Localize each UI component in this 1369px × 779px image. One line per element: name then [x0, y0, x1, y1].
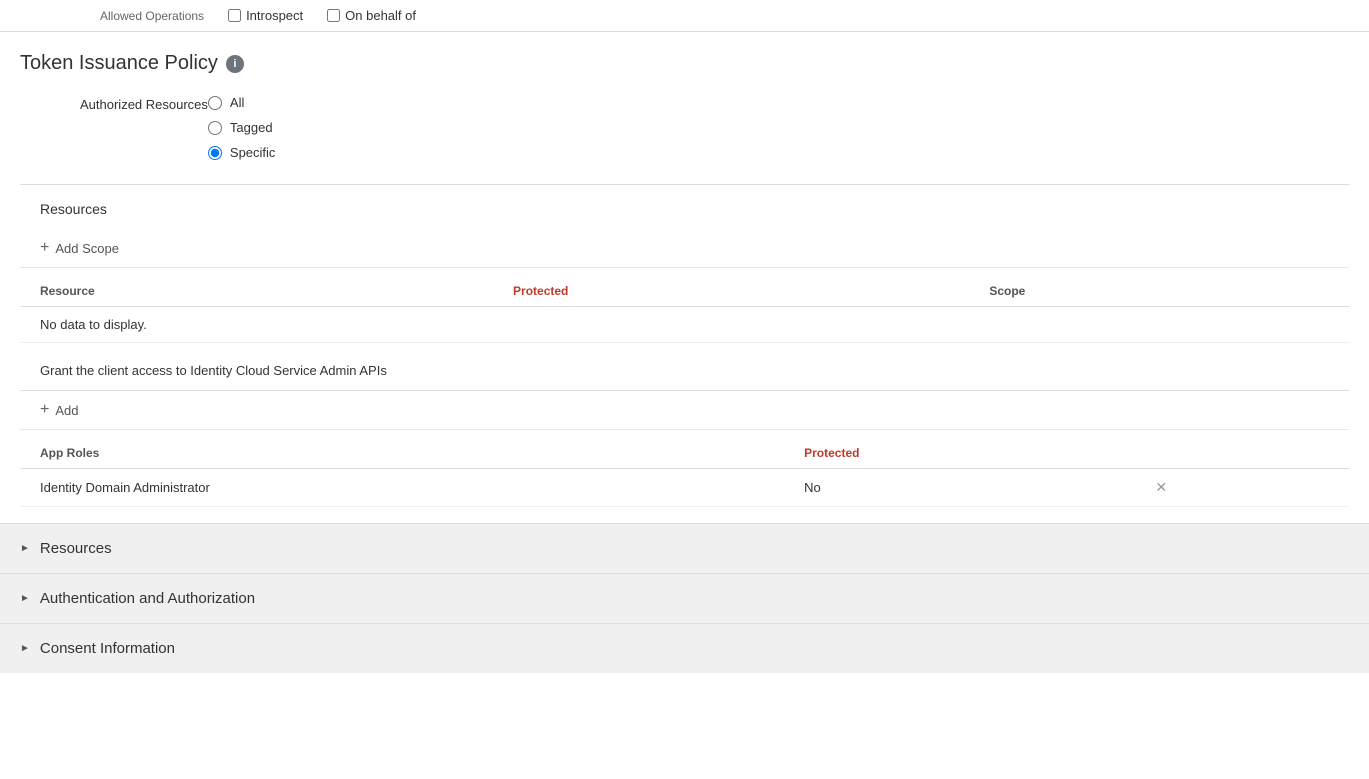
grant-section: Grant the client access to Identity Clou…	[20, 343, 1349, 507]
grant-table: App Roles Protected Identity Domain Admi…	[20, 438, 1349, 507]
resources-no-data-row: No data to display.	[20, 307, 1349, 343]
add-label: Add	[55, 403, 78, 418]
radio-tagged-label[interactable]: Tagged	[208, 120, 276, 135]
radio-all-text: All	[230, 95, 244, 110]
add-scope-label: Add Scope	[55, 241, 119, 256]
resources-table-header-row: Resource Protected Scope	[20, 276, 1349, 307]
main-content: Token Issuance Policy i Authorized Resou…	[0, 32, 1369, 507]
col-app-roles: App Roles	[20, 438, 784, 469]
chevron-icon: ►	[20, 543, 30, 554]
grant-table-header-row: App Roles Protected	[20, 438, 1349, 469]
on-behalf-of-text: On behalf of	[345, 8, 416, 23]
col-protected: Protected	[493, 276, 969, 307]
introspect-text: Introspect	[246, 8, 303, 23]
add-button[interactable]: + Add	[40, 401, 78, 419]
on-behalf-of-checkbox[interactable]	[327, 9, 340, 22]
authorized-resources-label: Authorized Resources	[80, 95, 208, 160]
chevron-icon: ►	[20, 593, 30, 604]
radio-specific-label[interactable]: Specific	[208, 145, 276, 160]
col-grant-protected: Protected	[784, 438, 1131, 469]
radio-all-label[interactable]: All	[208, 95, 276, 110]
resources-table: Resource Protected Scope No data to disp…	[20, 276, 1349, 343]
col-scope: Scope	[969, 276, 1349, 307]
radio-specific-text: Specific	[230, 145, 276, 160]
grant-title: Grant the client access to Identity Clou…	[20, 363, 1349, 391]
page-title: Token Issuance Policy	[20, 52, 218, 75]
chevron-icon: ►	[20, 643, 30, 654]
radio-all[interactable]	[208, 96, 222, 110]
col-actions	[1131, 438, 1349, 469]
add-scope-row: + Add Scope	[20, 229, 1349, 268]
introspect-checkbox-group: Introspect	[228, 8, 303, 23]
introspect-label[interactable]: Introspect	[228, 8, 303, 23]
resources-section-title: Resources	[20, 201, 1349, 217]
add-plus-icon: +	[40, 401, 49, 419]
col-resource: Resource	[20, 276, 493, 307]
allowed-operations-label: Allowed Operations	[100, 9, 204, 23]
radio-specific[interactable]	[208, 146, 222, 160]
add-row: + Add	[20, 391, 1349, 430]
radio-tagged[interactable]	[208, 121, 222, 135]
grant-row-action: ✕	[1131, 469, 1349, 507]
on-behalf-of-checkbox-group: On behalf of	[327, 8, 416, 23]
collapsible-item-resources[interactable]: ► Resources	[0, 523, 1369, 573]
introspect-checkbox[interactable]	[228, 9, 241, 22]
on-behalf-of-label[interactable]: On behalf of	[327, 8, 416, 23]
delete-row-button[interactable]: ✕	[1151, 479, 1171, 496]
collapsible-item-consent_information[interactable]: ► Consent Information	[0, 623, 1369, 673]
collapsible-label: Resources	[40, 540, 112, 557]
grant-row-protected: No	[784, 469, 1131, 507]
grant-table-row: Identity Domain Administrator No ✕	[20, 469, 1349, 507]
authorized-resources-section: Authorized Resources All Tagged Specific	[20, 95, 1349, 160]
info-icon[interactable]: i	[226, 55, 244, 73]
collapsible-sections: ► Resources ► Authentication and Authori…	[0, 523, 1369, 673]
resources-no-data-text: No data to display.	[20, 307, 1349, 343]
collapsible-label: Authentication and Authorization	[40, 590, 255, 607]
resources-section: Resources + Add Scope Resource Protected…	[20, 184, 1349, 507]
top-bar: Allowed Operations Introspect On behalf …	[0, 0, 1369, 32]
plus-icon: +	[40, 239, 49, 257]
collapsible-item-auth_authorization[interactable]: ► Authentication and Authorization	[0, 573, 1369, 623]
grant-row-app-roles: Identity Domain Administrator	[20, 469, 784, 507]
collapsible-label: Consent Information	[40, 640, 175, 657]
radio-tagged-text: Tagged	[230, 120, 273, 135]
token-issuance-policy-title-row: Token Issuance Policy i	[20, 52, 1349, 75]
add-scope-button[interactable]: + Add Scope	[40, 239, 119, 257]
authorized-resources-radio-group: All Tagged Specific	[208, 95, 276, 160]
